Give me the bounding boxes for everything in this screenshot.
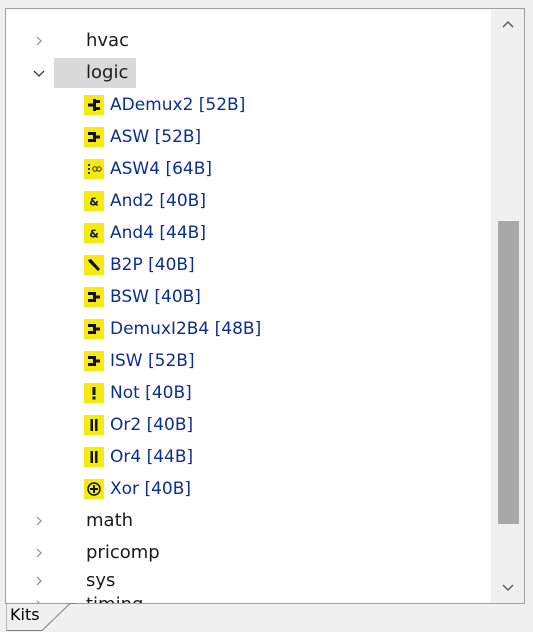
chevron-down-icon (502, 584, 513, 591)
exclamation-icon (84, 383, 104, 403)
tree-category-hvac[interactable]: hvac (6, 25, 491, 57)
tree-item-xor[interactable]: Xor [40B] (6, 473, 491, 505)
tree-item-label: Not [40B] (110, 383, 192, 403)
chevron-right-icon[interactable] (30, 505, 48, 537)
tab-strip: Kits (0, 603, 533, 632)
tree-category-label: hvac (86, 30, 129, 51)
switch-icon (84, 127, 104, 147)
scroll-up-button[interactable] (491, 9, 524, 39)
kit-tree-view[interactable]: hvac logic ADemux2 [52B] ASW [52B] ASW4 … (5, 8, 525, 604)
switch-icon (84, 351, 104, 371)
tree-content: hvac logic ADemux2 [52B] ASW [52B] ASW4 … (6, 9, 491, 603)
tree-item-label: ASW4 [64B] (110, 159, 213, 179)
tree-item-or2[interactable]: Or2 [40B] (6, 409, 491, 441)
tree-item-label: ISW [52B] (110, 351, 195, 371)
tree-item-asw4[interactable]: ASW4 [64B] (6, 153, 491, 185)
svg-text:&: & (89, 196, 99, 209)
tree-item-demuxi2b4[interactable]: DemuxI2B4 [48B] (6, 313, 491, 345)
vertical-scrollbar[interactable] (491, 9, 524, 603)
xor-icon (84, 479, 104, 499)
tree-category-math[interactable]: math (6, 505, 491, 537)
tree-item-and4[interactable]: & And4 [44B] (6, 217, 491, 249)
tab-label: Kits (10, 605, 40, 624)
tree-item-asw[interactable]: ASW [52B] (6, 121, 491, 153)
tree-item-isw[interactable]: ISW [52B] (6, 345, 491, 377)
tree-item-and2[interactable]: & And2 [40B] (6, 185, 491, 217)
chevron-down-icon[interactable] (30, 57, 48, 89)
tree-item-label: Or4 [44B] (110, 447, 194, 467)
switch-icon (84, 287, 104, 307)
tree-item-bsw[interactable]: BSW [40B] (6, 281, 491, 313)
tree-item-label: And4 [44B] (110, 223, 206, 243)
chevron-up-icon (502, 21, 513, 28)
chevron-right-icon[interactable] (30, 589, 48, 603)
tree-item-not[interactable]: Not [40B] (6, 377, 491, 409)
ampersand-icon: & (84, 223, 104, 243)
demux-icon (84, 95, 104, 115)
tree-item-label: Or2 [40B] (110, 415, 194, 435)
tab-kits[interactable]: Kits (6, 603, 76, 631)
tree-category-label: timing (86, 589, 143, 603)
tree-item-label: And2 [40B] (110, 191, 206, 211)
tree-item-label: Xor [40B] (110, 479, 191, 499)
chevron-right-icon[interactable] (30, 25, 48, 57)
tree-category-label: logic (86, 62, 129, 83)
tree-item-b2p[interactable]: B2P [40B] (6, 249, 491, 281)
tree-item-label: DemuxI2B4 [48B] (110, 319, 262, 339)
tree-item-label: ASW [52B] (110, 127, 202, 147)
or-icon (84, 415, 104, 435)
or-icon (84, 447, 104, 467)
tree-item-label: B2P [40B] (110, 255, 195, 275)
tree-category-logic[interactable]: logic (6, 57, 491, 89)
tree-item-ademux2[interactable]: ADemux2 [52B] (6, 89, 491, 121)
switch4-icon (84, 159, 104, 179)
switch-icon (84, 319, 104, 339)
scroll-down-button[interactable] (491, 573, 524, 603)
tree-item-or4[interactable]: Or4 [44B] (6, 441, 491, 473)
tree-item-label: BSW [40B] (110, 287, 201, 307)
tree-category-timing[interactable]: timing (6, 589, 491, 603)
svg-text:&: & (89, 228, 99, 241)
tree-item-label: ADemux2 [52B] (110, 95, 246, 115)
ampersand-icon: & (84, 191, 104, 211)
scroll-thumb[interactable] (498, 221, 519, 524)
tree-category-label: math (86, 510, 134, 531)
kits-window: hvac logic ADemux2 [52B] ASW [52B] ASW4 … (0, 0, 533, 632)
b2p-icon (84, 255, 104, 275)
